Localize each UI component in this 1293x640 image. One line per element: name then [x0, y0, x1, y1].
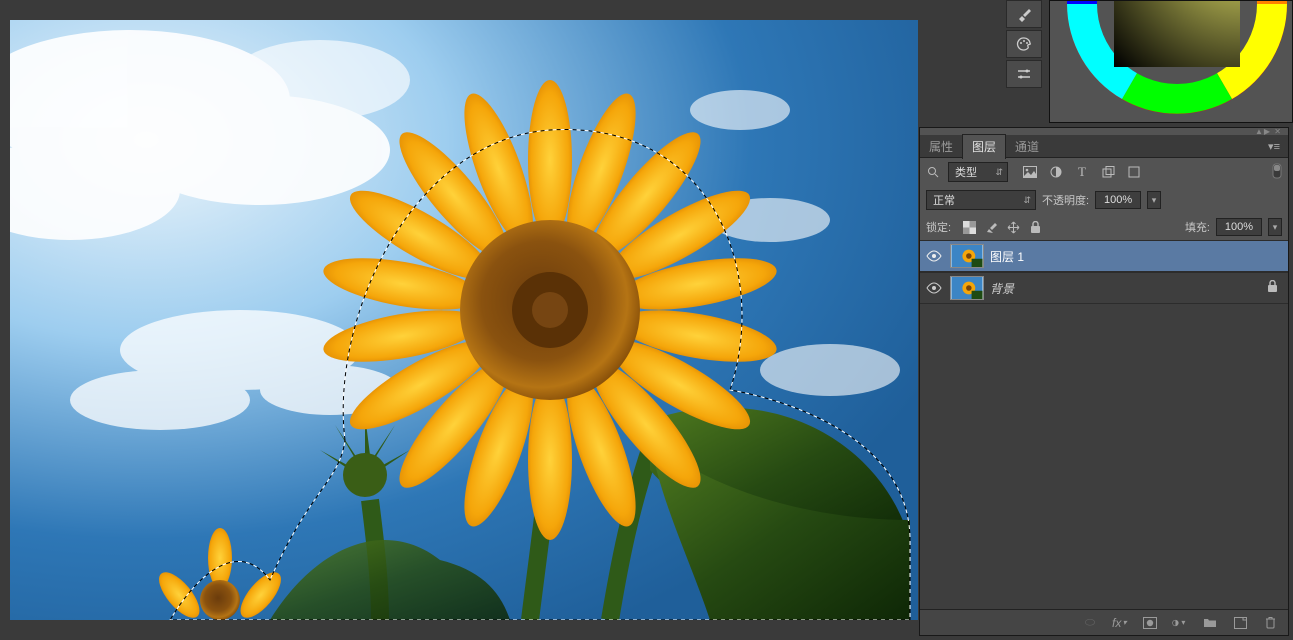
delete-layer-icon[interactable]: [1262, 615, 1278, 631]
layer-thumbnail: [950, 276, 984, 300]
opacity-value[interactable]: 100%: [1095, 191, 1141, 209]
lock-transparent-icon[interactable]: [961, 219, 977, 235]
blend-mode-value: 正常: [933, 192, 955, 208]
layers-panel: ▲▶ ✕ 属性 图层 通道 ▾≡ 类型 ⇵ T 正常 ⇵ 不透明: [919, 127, 1289, 636]
filter-type-icon[interactable]: T: [1074, 164, 1090, 180]
lock-fill-row: 锁定: 填充: 100% ▾: [920, 214, 1288, 240]
visibility-toggle-icon[interactable]: [924, 278, 944, 298]
filter-smart-icon[interactable]: [1126, 164, 1142, 180]
chevron-updown-icon: ⇵: [1023, 195, 1031, 206]
filter-kind-select[interactable]: 类型 ⇵: [948, 162, 1008, 182]
palette-tool-icon[interactable]: [1006, 30, 1042, 58]
layer-name: 背景: [990, 280, 1014, 297]
filter-pixel-icon[interactable]: [1022, 164, 1038, 180]
new-adjustment-icon[interactable]: ▾: [1172, 615, 1188, 631]
opacity-label: 不透明度:: [1042, 192, 1089, 208]
layer-row[interactable]: 背景: [920, 272, 1288, 304]
lock-icon: [1267, 280, 1278, 296]
collapsed-tool-strip: [1006, 0, 1042, 88]
filter-toggle-icon[interactable]: [1272, 163, 1282, 182]
filter-shape-icon[interactable]: [1100, 164, 1116, 180]
color-picker-panel[interactable]: [1049, 0, 1293, 123]
fill-label: 填充:: [1185, 219, 1210, 235]
filter-adjust-icon[interactable]: [1048, 164, 1064, 180]
add-mask-icon[interactable]: [1142, 615, 1158, 631]
layer-filter-row: 类型 ⇵ T: [920, 158, 1288, 186]
layers-panel-footer: ⬭ fx▾ ▾: [920, 609, 1288, 635]
link-layers-icon[interactable]: ⬭: [1082, 615, 1098, 631]
lock-position-icon[interactable]: [1005, 219, 1021, 235]
layer-row[interactable]: 图层 1: [920, 240, 1288, 272]
opacity-dropdown-icon[interactable]: ▾: [1147, 191, 1161, 209]
lock-paint-icon[interactable]: [983, 219, 999, 235]
blend-mode-select[interactable]: 正常 ⇵: [926, 190, 1036, 210]
lock-all-icon[interactable]: [1027, 219, 1043, 235]
adjust-tool-icon[interactable]: [1006, 60, 1042, 88]
layer-name: 图层 1: [990, 248, 1024, 265]
chevron-updown-icon: ⇵: [995, 167, 1003, 178]
layers-list: 图层 1 背景: [920, 240, 1288, 609]
panel-menu-icon[interactable]: ▾≡: [1260, 140, 1288, 153]
layer-fx-icon[interactable]: fx▾: [1112, 615, 1128, 631]
layer-thumbnail: [950, 244, 984, 268]
visibility-toggle-icon[interactable]: [924, 246, 944, 266]
filter-kind-label: 类型: [955, 164, 977, 180]
new-layer-icon[interactable]: [1232, 615, 1248, 631]
tab-channels[interactable]: 通道: [1006, 135, 1048, 159]
blend-opacity-row: 正常 ⇵ 不透明度: 100% ▾: [920, 186, 1288, 214]
new-group-icon[interactable]: [1202, 615, 1218, 631]
fill-value[interactable]: 100%: [1216, 218, 1262, 236]
tab-properties[interactable]: 属性: [920, 135, 962, 159]
brush-tool-icon[interactable]: [1006, 0, 1042, 28]
fill-dropdown-icon[interactable]: ▾: [1268, 218, 1282, 236]
tab-layers[interactable]: 图层: [962, 134, 1006, 159]
panel-tabs: 属性 图层 通道 ▾≡: [920, 136, 1288, 158]
document-canvas[interactable]: [10, 20, 918, 620]
search-icon: [926, 165, 940, 179]
lock-label: 锁定:: [926, 219, 951, 235]
